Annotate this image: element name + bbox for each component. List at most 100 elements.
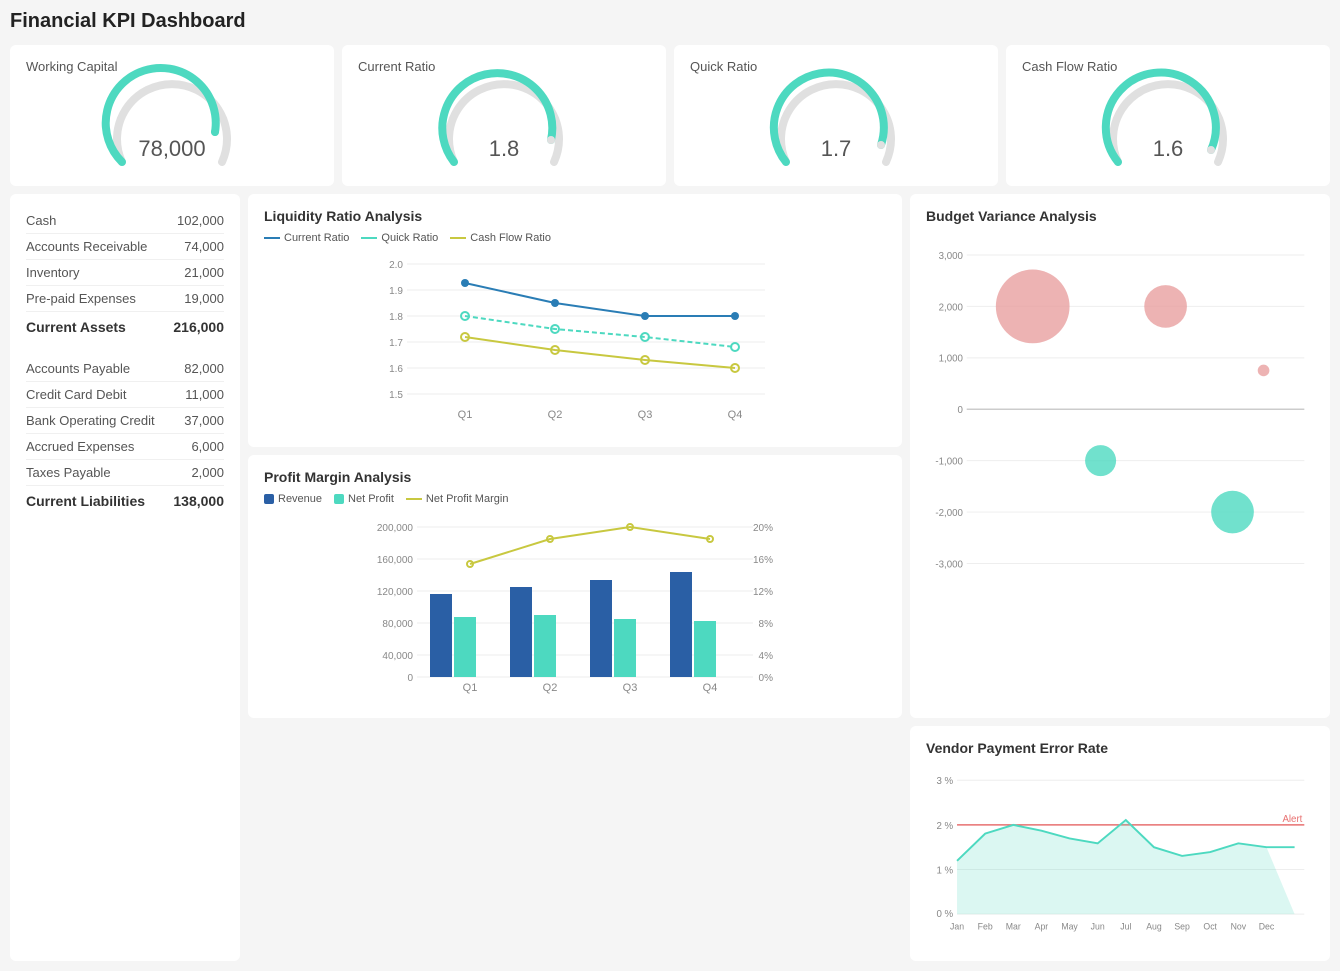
svg-text:1,000: 1,000 <box>939 354 964 365</box>
svg-text:Mar: Mar <box>1006 922 1021 932</box>
ar-label: Accounts Receivable <box>26 239 147 254</box>
svg-text:0: 0 <box>407 673 413 684</box>
prepaid-label: Pre-paid Expenses <box>26 291 136 306</box>
taxes-value: 2,000 <box>191 465 224 480</box>
svg-text:Sep: Sep <box>1174 922 1190 932</box>
svg-text:1.5: 1.5 <box>389 390 403 401</box>
svg-text:-2,000: -2,000 <box>935 508 963 519</box>
bank-label: Bank Operating Credit <box>26 413 155 428</box>
ap-value: 82,000 <box>184 361 224 376</box>
svg-text:Q4: Q4 <box>728 409 743 421</box>
current-assets-total: Current Assets 216,000 <box>26 312 224 342</box>
legend-quick-ratio: Quick Ratio <box>361 232 438 244</box>
inventory-row: Inventory 21,000 <box>26 260 224 286</box>
taxes-row: Taxes Payable 2,000 <box>26 460 224 486</box>
svg-text:May: May <box>1061 922 1078 932</box>
kpi-cr-value: 1.8 <box>489 136 520 162</box>
svg-text:Jun: Jun <box>1091 922 1105 932</box>
ar-row: Accounts Receivable 74,000 <box>26 234 224 260</box>
svg-text:80,000: 80,000 <box>382 619 413 630</box>
budget-bubble-5 <box>1211 491 1254 534</box>
vendor-chart-panel: Vendor Payment Error Rate 3 % 2 % 1 % 0 … <box>910 726 1330 961</box>
svg-text:Q1: Q1 <box>458 409 473 421</box>
current-liabilities-label: Current Liabilities <box>26 493 145 509</box>
svg-text:160,000: 160,000 <box>377 555 414 566</box>
current-assets-label: Current Assets <box>26 319 126 335</box>
svg-text:Dec: Dec <box>1259 922 1275 932</box>
kpi-qr-label: Quick Ratio <box>690 59 757 74</box>
kpi-qr-value: 1.7 <box>821 136 852 162</box>
ap-row: Accounts Payable 82,000 <box>26 356 224 382</box>
svg-text:0%: 0% <box>759 673 774 684</box>
legend-current-ratio: Current Ratio <box>264 232 349 244</box>
budget-chart-panel: Budget Variance Analysis 3,000 2,000 1,0… <box>910 194 1330 718</box>
svg-text:Feb: Feb <box>978 922 993 932</box>
current-assets-value: 216,000 <box>173 319 224 335</box>
svg-text:200,000: 200,000 <box>377 523 414 534</box>
kpi-cfr-value: 1.6 <box>1153 136 1184 162</box>
budget-title: Budget Variance Analysis <box>926 208 1314 224</box>
svg-text:3 %: 3 % <box>936 776 953 787</box>
cash-value: 102,000 <box>177 213 224 228</box>
liquidity-legend: Current Ratio Quick Ratio Cash Flow Rati… <box>264 232 886 244</box>
accrued-label: Accrued Expenses <box>26 439 134 454</box>
liquidity-chart-svg: 2.0 1.9 1.8 1.7 1.6 1.5 Q1 Q2 Q3 Q4 <box>264 250 886 430</box>
vendor-chart-svg: 3 % 2 % 1 % 0 % Alert Jan Feb Mar Apr Ma… <box>926 764 1314 944</box>
cash-row: Cash 102,000 <box>26 208 224 234</box>
kpi-wc-value: 78,000 <box>138 136 205 162</box>
svg-text:Q4: Q4 <box>703 682 718 694</box>
accrued-row: Accrued Expenses 6,000 <box>26 434 224 460</box>
profit-chart-svg: 200,000 160,000 120,000 80,000 40,000 0 … <box>264 511 886 701</box>
prepaid-row: Pre-paid Expenses 19,000 <box>26 286 224 312</box>
current-liabilities-value: 138,000 <box>173 493 224 509</box>
budget-bubble-1 <box>996 270 1070 344</box>
inventory-value: 21,000 <box>184 265 224 280</box>
svg-text:1.9: 1.9 <box>389 286 403 297</box>
dashboard-title: Financial KPI Dashboard <box>10 10 1330 33</box>
svg-text:Alert: Alert <box>1282 814 1302 825</box>
legend-revenue: Revenue <box>264 493 322 505</box>
budget-chart-svg: 3,000 2,000 1,000 0 -1,000 -2,000 -3,000 <box>926 232 1314 602</box>
svg-text:0 %: 0 % <box>936 909 953 920</box>
cc-value: 11,000 <box>185 387 224 402</box>
profit-chart-panel: Profit Margin Analysis Revenue Net Profi… <box>248 455 902 718</box>
legend-net-profit: Net Profit <box>334 493 394 505</box>
bank-row: Bank Operating Credit 37,000 <box>26 408 224 434</box>
svg-text:Jan: Jan <box>950 922 964 932</box>
svg-text:2.0: 2.0 <box>389 260 403 271</box>
taxes-label: Taxes Payable <box>26 465 111 480</box>
svg-text:Aug: Aug <box>1146 922 1162 932</box>
budget-bubble-2 <box>1144 285 1187 328</box>
svg-text:1.8: 1.8 <box>389 312 403 323</box>
svg-text:12%: 12% <box>753 587 773 598</box>
vendor-title: Vendor Payment Error Rate <box>926 740 1314 756</box>
svg-text:40,000: 40,000 <box>382 651 413 662</box>
current-liabilities-total: Current Liabilities 138,000 <box>26 486 224 516</box>
budget-bubble-3 <box>1258 365 1270 377</box>
current-assets-section: Cash 102,000 Accounts Receivable 74,000 … <box>26 208 224 342</box>
svg-text:Q3: Q3 <box>623 682 638 694</box>
legend-cash-flow-ratio: Cash Flow Ratio <box>450 232 551 244</box>
kpi-cr-label: Current Ratio <box>358 59 435 74</box>
svg-text:Q2: Q2 <box>543 682 558 694</box>
current-liabilities-section: Accounts Payable 82,000 Credit Card Debi… <box>26 356 224 516</box>
kpi-quick-ratio: Quick Ratio 1.7 <box>674 45 998 186</box>
ar-value: 74,000 <box>184 239 224 254</box>
svg-text:-1,000: -1,000 <box>935 457 963 468</box>
svg-text:120,000: 120,000 <box>377 587 414 598</box>
svg-text:Apr: Apr <box>1035 922 1049 932</box>
kpi-cards-row: Working Capital 78,000 Current Ratio <box>10 45 1330 186</box>
svg-text:2 %: 2 % <box>936 821 953 832</box>
profit-title: Profit Margin Analysis <box>264 469 886 485</box>
svg-text:Nov: Nov <box>1231 922 1247 932</box>
profit-legend: Revenue Net Profit Net Profit Margin <box>264 493 886 505</box>
svg-text:Oct: Oct <box>1203 922 1217 932</box>
ap-label: Accounts Payable <box>26 361 130 376</box>
svg-text:1 %: 1 % <box>936 865 953 876</box>
inventory-label: Inventory <box>26 265 79 280</box>
svg-text:0: 0 <box>957 405 963 416</box>
svg-text:-3,000: -3,000 <box>935 559 963 570</box>
kpi-wc-label: Working Capital <box>26 59 118 74</box>
svg-text:8%: 8% <box>759 619 774 630</box>
liquidity-chart-panel: Liquidity Ratio Analysis Current Ratio Q… <box>248 194 902 447</box>
